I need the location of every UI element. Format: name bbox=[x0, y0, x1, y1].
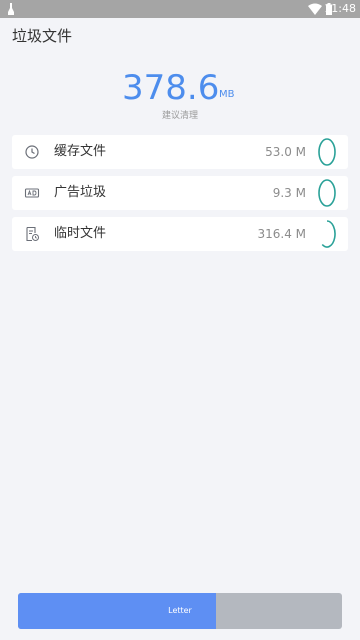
scan-progress-ring bbox=[321, 220, 336, 248]
cleaner-icon bbox=[8, 3, 14, 15]
status-time: 11:48 bbox=[324, 2, 356, 15]
junk-item-label: 临时文件 bbox=[54, 226, 107, 241]
junk-item-ads[interactable]: 广告垃圾 9.3 M bbox=[12, 176, 348, 210]
temp-file-icon bbox=[26, 226, 39, 242]
ad-icon bbox=[24, 188, 40, 198]
junk-item-label: 广告垃圾 bbox=[54, 185, 107, 200]
junk-item-temp[interactable]: 临时文件 316.4 M bbox=[12, 217, 348, 251]
junk-size-value: 378.6 bbox=[122, 68, 220, 108]
status-bar: 11:48 bbox=[0, 0, 360, 18]
suggestion-text: 建议清理 bbox=[161, 111, 198, 121]
junk-size-unit: MB bbox=[219, 89, 235, 100]
page-title: 垃圾文件 bbox=[12, 27, 73, 45]
junk-item-size: 53.0 M bbox=[265, 145, 306, 159]
scan-progress-ring bbox=[318, 179, 336, 207]
junk-total: 378.6 MB 建议清理 bbox=[0, 60, 360, 130]
scan-progress-ring bbox=[318, 138, 336, 166]
clean-button-label: Letter bbox=[168, 606, 192, 615]
junk-item-cache[interactable]: 缓存文件 53.0 M bbox=[12, 135, 348, 169]
wifi-icon bbox=[308, 3, 322, 15]
clock-icon bbox=[25, 145, 39, 159]
app-bar: 垃圾文件 bbox=[0, 18, 360, 54]
clean-button[interactable]: Letter bbox=[18, 593, 342, 629]
junk-item-label: 缓存文件 bbox=[54, 144, 107, 159]
junk-item-size: 316.4 M bbox=[257, 227, 306, 241]
junk-item-size: 9.3 M bbox=[272, 186, 306, 200]
